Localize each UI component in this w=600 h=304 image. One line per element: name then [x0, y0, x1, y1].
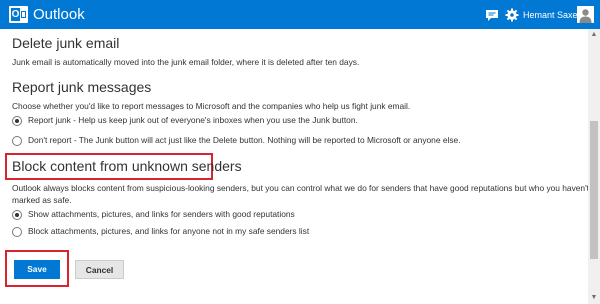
block-content-description-line2: marked as safe. [12, 195, 72, 205]
report-junk-description: Choose whether you'd like to report mess… [12, 101, 411, 111]
chat-icon[interactable] [484, 7, 500, 23]
scroll-down-icon[interactable]: ▼ [588, 292, 600, 304]
radio-button-selected[interactable] [12, 210, 22, 220]
dont-report-option-label[interactable]: Don't report - The Junk button will act … [28, 135, 461, 146]
outlook-logo-icon[interactable]: O [9, 6, 28, 23]
radio-button[interactable] [12, 136, 22, 146]
report-junk-heading: Report junk messages [12, 79, 152, 95]
top-bar: O Outlook Hemant Saxena [0, 0, 600, 29]
block-content-heading: Block content from unknown senders [12, 158, 242, 174]
avatar-icon[interactable] [577, 6, 594, 23]
block-attachments-option-label[interactable]: Block attachments, pictures, and links f… [28, 226, 309, 237]
delete-junk-description: Junk email is automatically moved into t… [12, 57, 360, 67]
delete-junk-heading: Delete junk email [12, 35, 120, 51]
block-content-description-line1: Outlook always blocks content from suspi… [12, 183, 590, 193]
radio-button[interactable] [12, 227, 22, 237]
gear-icon[interactable] [504, 7, 520, 23]
scrollbar-thumb[interactable] [590, 121, 598, 259]
report-junk-option-label[interactable]: Report junk - Help us keep junk out of e… [28, 115, 358, 126]
cancel-button[interactable]: Cancel [75, 260, 124, 279]
app-title[interactable]: Outlook [33, 5, 85, 24]
save-button[interactable]: Save [14, 260, 60, 279]
show-attachments-option-label[interactable]: Show attachments, pictures, and links fo… [28, 209, 295, 220]
vertical-scrollbar[interactable]: ▲ ▼ [588, 29, 600, 304]
radio-button-selected[interactable] [12, 116, 22, 126]
scroll-up-icon[interactable]: ▲ [588, 29, 600, 41]
